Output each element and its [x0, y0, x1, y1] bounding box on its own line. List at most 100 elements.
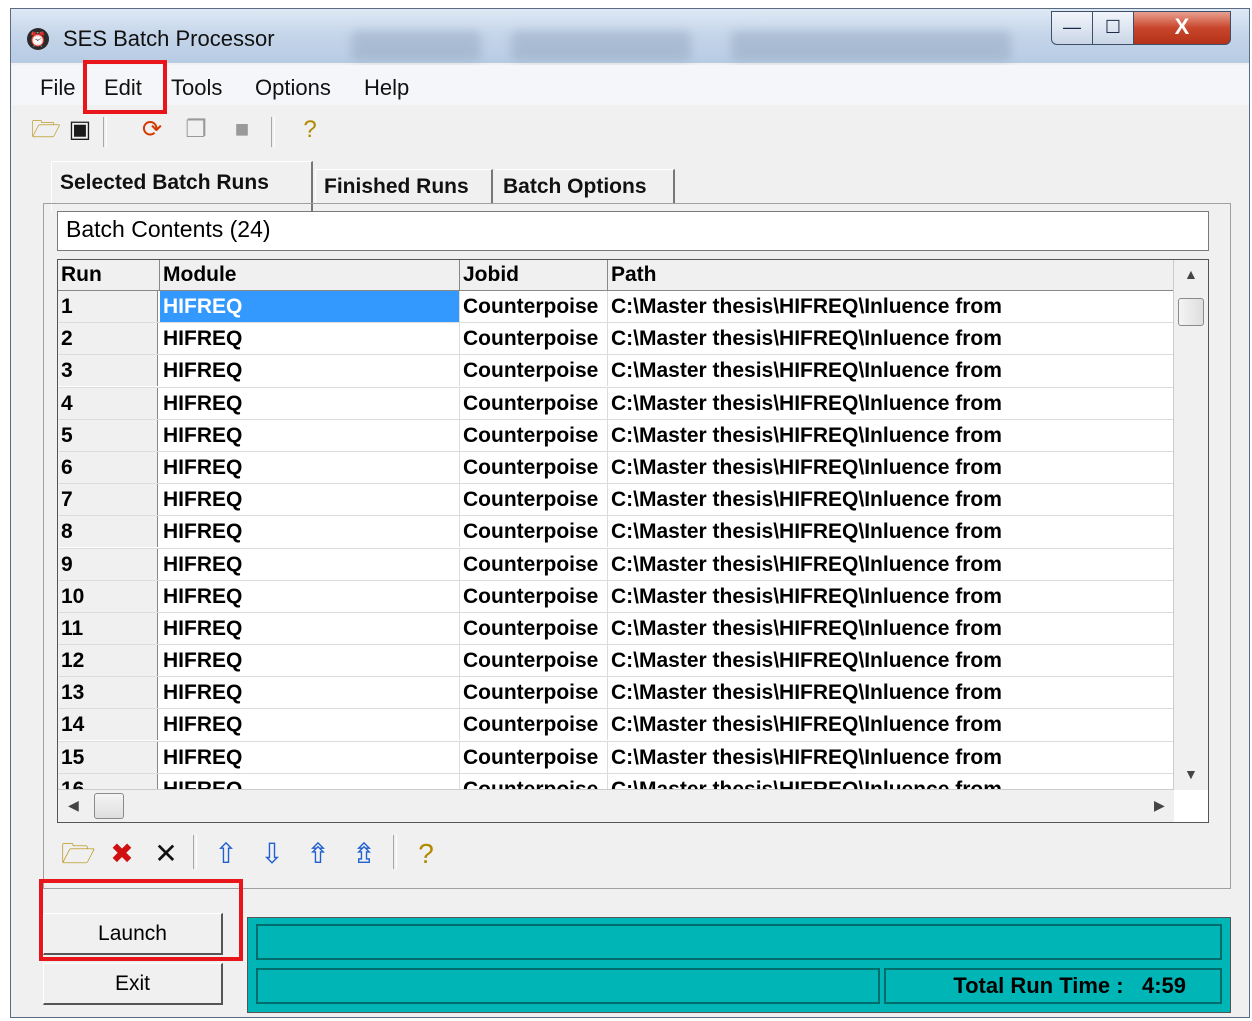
module-cell[interactable]: HIFREQ	[160, 355, 460, 387]
help-icon[interactable]: ?	[409, 835, 443, 873]
module-cell[interactable]: HIFREQ	[160, 612, 460, 644]
run-cell[interactable]: 8	[58, 516, 158, 548]
horizontal-scroll-thumb[interactable]	[94, 793, 124, 819]
move-down-icon[interactable]: ⇩	[255, 835, 289, 873]
remove-all-icon[interactable]: ✖	[105, 835, 139, 873]
table-row[interactable]: 12 HIFREQ Counterpoise C:\Master thesis\HIF…	[58, 645, 1174, 678]
pages-icon[interactable]: ❐	[181, 113, 211, 147]
jobid-cell[interactable]: Counterpoise	[460, 323, 608, 355]
minimize-button[interactable]: —	[1051, 11, 1093, 45]
move-up-icon[interactable]: ⇧	[209, 835, 243, 873]
module-cell[interactable]: HIFREQ	[160, 709, 460, 741]
open-folder-icon[interactable]: 🗁	[31, 113, 61, 147]
table-row[interactable]: 4 HIFREQ Counterpoise C:\Master thesis\HIFR…	[58, 387, 1174, 420]
column-header-jobid[interactable]: Jobid	[460, 260, 608, 290]
path-cell[interactable]: C:\Master thesis\HIFREQ\Inluence from	[608, 677, 1174, 709]
jobid-cell[interactable]: Counterpoise	[460, 677, 608, 709]
run-cell[interactable]: 14	[58, 709, 158, 741]
path-cell[interactable]: C:\Master thesis\HIFREQ\Inluence from	[608, 612, 1174, 644]
run-cell[interactable]: 4	[58, 387, 158, 419]
table-row[interactable]: 15 HIFREQ Counterpoise C:\Master thesis\HIF…	[58, 741, 1174, 774]
jobid-cell[interactable]: Counterpoise	[460, 516, 608, 548]
module-cell[interactable]: HIFREQ	[160, 291, 460, 322]
path-cell[interactable]: C:\Master thesis\HIFREQ\Inluence from	[608, 516, 1174, 548]
table-row[interactable]: 1 HIFREQ Counterpoise C:\Master thesis\HIFR…	[58, 291, 1174, 324]
table-row[interactable]: 13 HIFREQ Counterpoise C:\Master thesis\HIF…	[58, 677, 1174, 710]
refresh-cycle-icon[interactable]: ⟳	[137, 113, 167, 147]
table-row[interactable]: 3 HIFREQ Counterpoise C:\Master thesis\HIFR…	[58, 355, 1174, 388]
scroll-right-arrow-icon[interactable]: ▶	[1154, 797, 1165, 814]
run-cell[interactable]: 3	[58, 355, 158, 387]
vertical-scrollbar[interactable]: ▲ ▼	[1173, 260, 1208, 790]
column-header-run[interactable]: Run	[58, 260, 160, 290]
clock-icon[interactable]: ⏰	[27, 28, 49, 50]
jobid-cell[interactable]: Counterpoise	[460, 484, 608, 516]
run-cell[interactable]: 5	[58, 419, 158, 451]
table-row[interactable]: 14 HIFREQ Counterpoise C:\Master thesis\HIF…	[58, 709, 1174, 742]
move-top-icon[interactable]: ⇮	[301, 835, 335, 873]
run-cell[interactable]: 11	[58, 612, 158, 644]
path-cell[interactable]: C:\Master thesis\HIFREQ\Inluence from	[608, 387, 1174, 419]
table-row[interactable]: 11 HIFREQ Counterpoise C:\Master thesis\HIF…	[58, 612, 1174, 646]
path-cell[interactable]: C:\Master thesis\HIFREQ\Inluence from	[608, 709, 1174, 741]
table-row[interactable]: 7 HIFREQ Counterpoise C:\Master thesis\HIFR…	[58, 484, 1174, 517]
menu-options[interactable]: Options	[255, 75, 331, 101]
module-cell[interactable]: HIFREQ	[160, 484, 460, 516]
run-cell[interactable]: 2	[58, 323, 158, 355]
module-cell[interactable]: HIFREQ	[160, 419, 460, 451]
menu-tools[interactable]: Tools	[171, 75, 222, 101]
jobid-cell[interactable]: Counterpoise	[460, 419, 608, 451]
module-cell[interactable]: HIFREQ	[160, 451, 460, 483]
menu-file[interactable]: File	[40, 75, 75, 101]
add-run-icon[interactable]: 🗁	[61, 835, 96, 873]
table-row[interactable]: 5 HIFREQ Counterpoise C:\Master thesis\HIFR…	[58, 419, 1174, 452]
close-button[interactable]: X	[1133, 11, 1231, 45]
run-cell[interactable]: 15	[58, 741, 158, 773]
table-row[interactable]: 2 HIFREQ Counterpoise C:\Master thesis\HIFR…	[58, 323, 1174, 356]
run-cell[interactable]: 7	[58, 484, 158, 516]
jobid-cell[interactable]: Counterpoise	[460, 387, 608, 419]
move-bottom-icon[interactable]: ⇯	[347, 835, 381, 873]
path-cell[interactable]: C:\Master thesis\HIFREQ\Inluence from	[608, 323, 1174, 355]
jobid-cell[interactable]: Counterpoise	[460, 612, 608, 644]
path-cell[interactable]: C:\Master thesis\HIFREQ\Inluence from	[608, 645, 1174, 677]
module-cell[interactable]: HIFREQ	[160, 387, 460, 419]
scroll-down-arrow-icon[interactable]: ▼	[1184, 766, 1198, 782]
module-cell[interactable]: HIFREQ	[160, 516, 460, 548]
table-row[interactable]: 9 HIFREQ Counterpoise C:\Master thesis\HIFR…	[58, 548, 1174, 581]
path-cell[interactable]: C:\Master thesis\HIFREQ\Inluence from	[608, 741, 1174, 773]
module-cell[interactable]: HIFREQ	[160, 580, 460, 612]
path-cell[interactable]: C:\Master thesis\HIFREQ\Inluence from	[608, 419, 1174, 451]
table-row[interactable]: 10 HIFREQ Counterpoise C:\Master thesis\HIF…	[58, 580, 1174, 613]
jobid-cell[interactable]: Counterpoise	[460, 548, 608, 580]
module-cell[interactable]: HIFREQ	[160, 323, 460, 355]
jobid-cell[interactable]: Counterpoise	[460, 451, 608, 483]
delete-icon[interactable]: ✕	[149, 835, 183, 873]
maximize-button[interactable]: ☐	[1092, 11, 1134, 45]
jobid-cell[interactable]: Counterpoise	[460, 355, 608, 387]
jobid-cell[interactable]: Counterpoise	[460, 709, 608, 741]
run-cell[interactable]: 10	[58, 580, 158, 612]
save-disk-icon[interactable]: ▣	[65, 113, 95, 147]
title-bar[interactable]: ⏰ SES Batch Processor — ☐ X	[11, 9, 1249, 63]
path-cell[interactable]: C:\Master thesis\HIFREQ\Inluence from	[608, 291, 1174, 322]
run-cell[interactable]: 6	[58, 451, 158, 483]
run-cell[interactable]: 9	[58, 548, 158, 580]
module-cell[interactable]: HIFREQ	[160, 741, 460, 773]
stop-icon[interactable]: ■	[227, 113, 257, 147]
menu-help[interactable]: Help	[364, 75, 409, 101]
table-row[interactable]: 8 HIFREQ Counterpoise C:\Master thesis\HIFR…	[58, 516, 1174, 549]
module-cell[interactable]: HIFREQ	[160, 677, 460, 709]
tab-finished-runs[interactable]: Finished Runs	[315, 169, 493, 203]
jobid-cell[interactable]: Counterpoise	[460, 741, 608, 773]
exit-button[interactable]: Exit	[43, 963, 223, 1005]
vertical-scroll-thumb[interactable]	[1178, 298, 1204, 326]
column-header-module[interactable]: Module	[160, 260, 460, 290]
help-icon[interactable]: ?	[295, 113, 325, 147]
scroll-left-arrow-icon[interactable]: ◀	[68, 797, 79, 814]
jobid-cell[interactable]: Counterpoise	[460, 580, 608, 612]
run-cell[interactable]: 13	[58, 677, 158, 709]
column-header-path[interactable]: Path	[608, 260, 1174, 290]
table-row[interactable]: 6 HIFREQ Counterpoise C:\Master thesis\HIFR…	[58, 451, 1174, 485]
horizontal-scrollbar[interactable]: ◀ ▶	[58, 789, 1174, 822]
